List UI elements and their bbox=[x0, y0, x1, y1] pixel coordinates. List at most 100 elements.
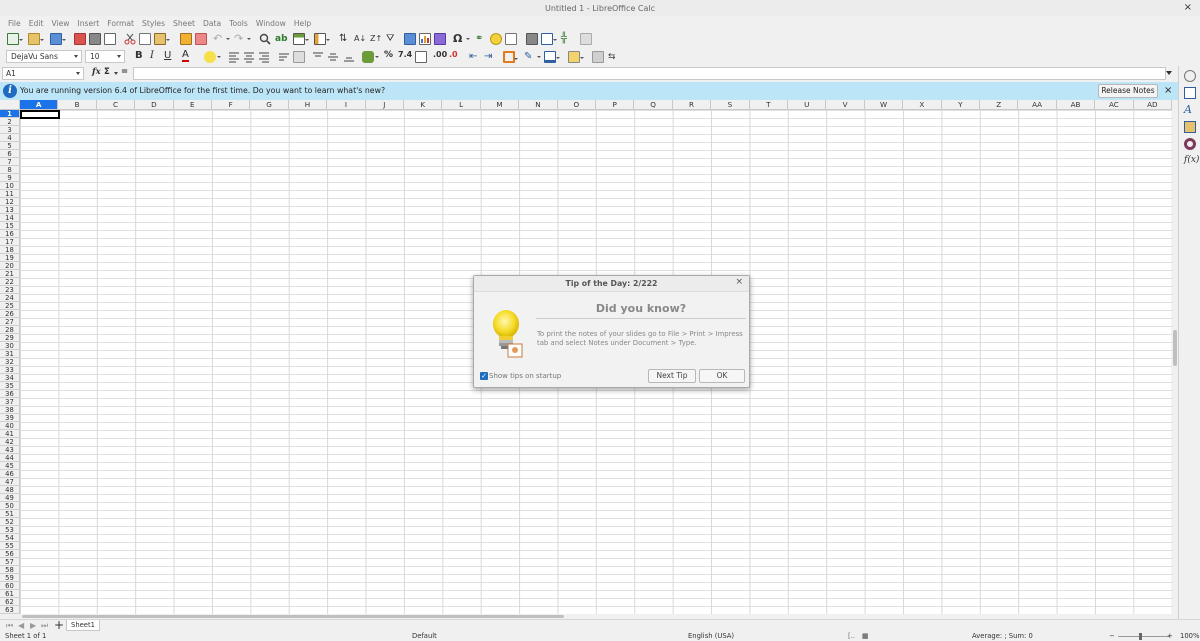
merge-center-icon[interactable] bbox=[293, 51, 305, 63]
show-tips-label[interactable]: Show tips on startup bbox=[489, 372, 561, 380]
center-vertically-icon[interactable] bbox=[327, 51, 339, 63]
wrap-text-icon[interactable] bbox=[278, 51, 290, 63]
new-document-icon[interactable] bbox=[7, 33, 23, 45]
row-header[interactable]: 30 bbox=[0, 342, 20, 350]
zoom-in-icon[interactable]: + bbox=[1167, 632, 1173, 640]
find-replace-icon[interactable] bbox=[259, 33, 271, 45]
status-zoom[interactable]: 100% bbox=[1180, 632, 1199, 640]
align-right-icon[interactable] bbox=[258, 51, 270, 63]
zoom-out-icon[interactable]: − bbox=[1109, 632, 1115, 640]
font-name-box[interactable]: DejaVu Sans bbox=[6, 50, 82, 63]
align-top-icon[interactable] bbox=[312, 51, 324, 63]
row-header[interactable]: 20 bbox=[0, 262, 20, 270]
row-header[interactable]: 51 bbox=[0, 510, 20, 518]
sort-icon[interactable]: ⇅ bbox=[339, 33, 351, 45]
expand-formula-bar-icon[interactable] bbox=[1166, 71, 1172, 75]
column-header[interactable]: P bbox=[596, 100, 635, 110]
cut-icon[interactable] bbox=[124, 33, 136, 45]
font-size-box[interactable]: 10 bbox=[85, 50, 125, 63]
hyperlink-icon[interactable]: ⚭ bbox=[475, 33, 487, 45]
last-sheet-icon[interactable]: ⏭ bbox=[41, 621, 48, 631]
save-icon[interactable] bbox=[50, 33, 66, 45]
underline-icon[interactable]: U bbox=[164, 50, 171, 61]
row-header[interactable]: 53 bbox=[0, 526, 20, 534]
row-header[interactable]: 62 bbox=[0, 598, 20, 606]
row-header[interactable]: 21 bbox=[0, 270, 20, 278]
menu-insert[interactable]: Insert bbox=[73, 19, 103, 28]
row-header[interactable]: 11 bbox=[0, 190, 20, 198]
clear-formatting-icon[interactable] bbox=[195, 33, 207, 45]
show-tips-checkbox[interactable]: ✓ bbox=[480, 372, 488, 380]
row-header[interactable]: 27 bbox=[0, 318, 20, 326]
row-header[interactable]: 31 bbox=[0, 350, 20, 358]
formula-equals-icon[interactable]: = bbox=[121, 67, 128, 77]
print-range-icon[interactable] bbox=[526, 33, 538, 45]
decrease-indent-icon[interactable]: ⇥ bbox=[484, 51, 496, 63]
split-window-icon[interactable]: ╬ bbox=[561, 33, 573, 45]
menu-help[interactable]: Help bbox=[290, 19, 315, 28]
chevron-down-icon[interactable] bbox=[114, 72, 118, 75]
row-header[interactable]: 58 bbox=[0, 566, 20, 574]
row-header[interactable]: 47 bbox=[0, 478, 20, 486]
column-header[interactable]: Y bbox=[941, 100, 980, 110]
vertical-scroll-thumb[interactable] bbox=[1173, 330, 1177, 366]
chevron-down-icon[interactable] bbox=[76, 72, 80, 75]
row-header[interactable]: 23 bbox=[0, 286, 20, 294]
row-header[interactable]: 35 bbox=[0, 382, 20, 390]
show-draw-functions-icon[interactable] bbox=[580, 33, 592, 45]
column-header[interactable]: I bbox=[327, 100, 366, 110]
status-language[interactable]: English (USA) bbox=[688, 632, 734, 640]
copy-icon[interactable] bbox=[139, 33, 151, 45]
print-icon[interactable] bbox=[89, 33, 101, 45]
row-header[interactable]: 36 bbox=[0, 390, 20, 398]
row-header[interactable]: 25 bbox=[0, 302, 20, 310]
row-header[interactable]: 40 bbox=[0, 422, 20, 430]
row-header[interactable]: 52 bbox=[0, 518, 20, 526]
insert-rows-icon[interactable] bbox=[293, 33, 309, 45]
row-header[interactable]: 3 bbox=[0, 126, 20, 134]
row-header[interactable]: 59 bbox=[0, 574, 20, 582]
select-all-corner[interactable] bbox=[0, 100, 20, 110]
row-header[interactable]: 45 bbox=[0, 462, 20, 470]
freeze-rows-columns-icon[interactable] bbox=[541, 33, 557, 45]
align-left-icon[interactable] bbox=[228, 51, 240, 63]
row-header[interactable]: 32 bbox=[0, 358, 20, 366]
number-format-icon[interactable]: 7.4 bbox=[398, 50, 412, 59]
sidebar-navigator-icon[interactable] bbox=[1184, 138, 1196, 150]
row-header[interactable]: 18 bbox=[0, 246, 20, 254]
row-header[interactable]: 61 bbox=[0, 590, 20, 598]
chevron-down-icon[interactable] bbox=[74, 55, 78, 58]
column-header[interactable]: U bbox=[788, 100, 827, 110]
active-cell-cursor[interactable] bbox=[20, 110, 60, 119]
row-header[interactable]: 44 bbox=[0, 454, 20, 462]
row-header[interactable]: 6 bbox=[0, 150, 20, 158]
row-header[interactable]: 14 bbox=[0, 214, 20, 222]
row-header[interactable]: 49 bbox=[0, 494, 20, 502]
currency-format-icon[interactable] bbox=[362, 51, 379, 63]
row-header[interactable]: 28 bbox=[0, 326, 20, 334]
column-header[interactable]: S bbox=[711, 100, 750, 110]
borders-icon[interactable] bbox=[503, 51, 518, 63]
italic-icon[interactable]: I bbox=[150, 50, 154, 61]
increase-indent-icon[interactable]: ⇤ bbox=[469, 51, 481, 63]
menu-window[interactable]: Window bbox=[252, 19, 290, 28]
autofilter-icon[interactable]: ⛛ bbox=[386, 33, 398, 45]
chevron-down-icon[interactable] bbox=[117, 55, 121, 58]
row-header[interactable]: 37 bbox=[0, 398, 20, 406]
column-header[interactable]: N bbox=[519, 100, 558, 110]
row-header[interactable]: 43 bbox=[0, 446, 20, 454]
release-notes-button[interactable]: Release Notes bbox=[1098, 84, 1158, 98]
spelling-icon[interactable]: ab bbox=[275, 33, 288, 45]
row-header[interactable]: 57 bbox=[0, 558, 20, 566]
row-header[interactable]: 7 bbox=[0, 158, 20, 166]
column-header[interactable]: E bbox=[173, 100, 212, 110]
pivot-table-icon[interactable] bbox=[434, 33, 446, 45]
menu-tools[interactable]: Tools bbox=[225, 19, 252, 28]
column-header[interactable]: G bbox=[250, 100, 289, 110]
next-tip-button[interactable]: Next Tip bbox=[648, 369, 696, 383]
row-header[interactable]: 4 bbox=[0, 134, 20, 142]
row-header[interactable]: 50 bbox=[0, 502, 20, 510]
info-bar-close-icon[interactable]: × bbox=[1164, 85, 1172, 96]
add-decimal-icon[interactable]: .00 bbox=[433, 50, 447, 59]
column-header[interactable]: K bbox=[404, 100, 443, 110]
